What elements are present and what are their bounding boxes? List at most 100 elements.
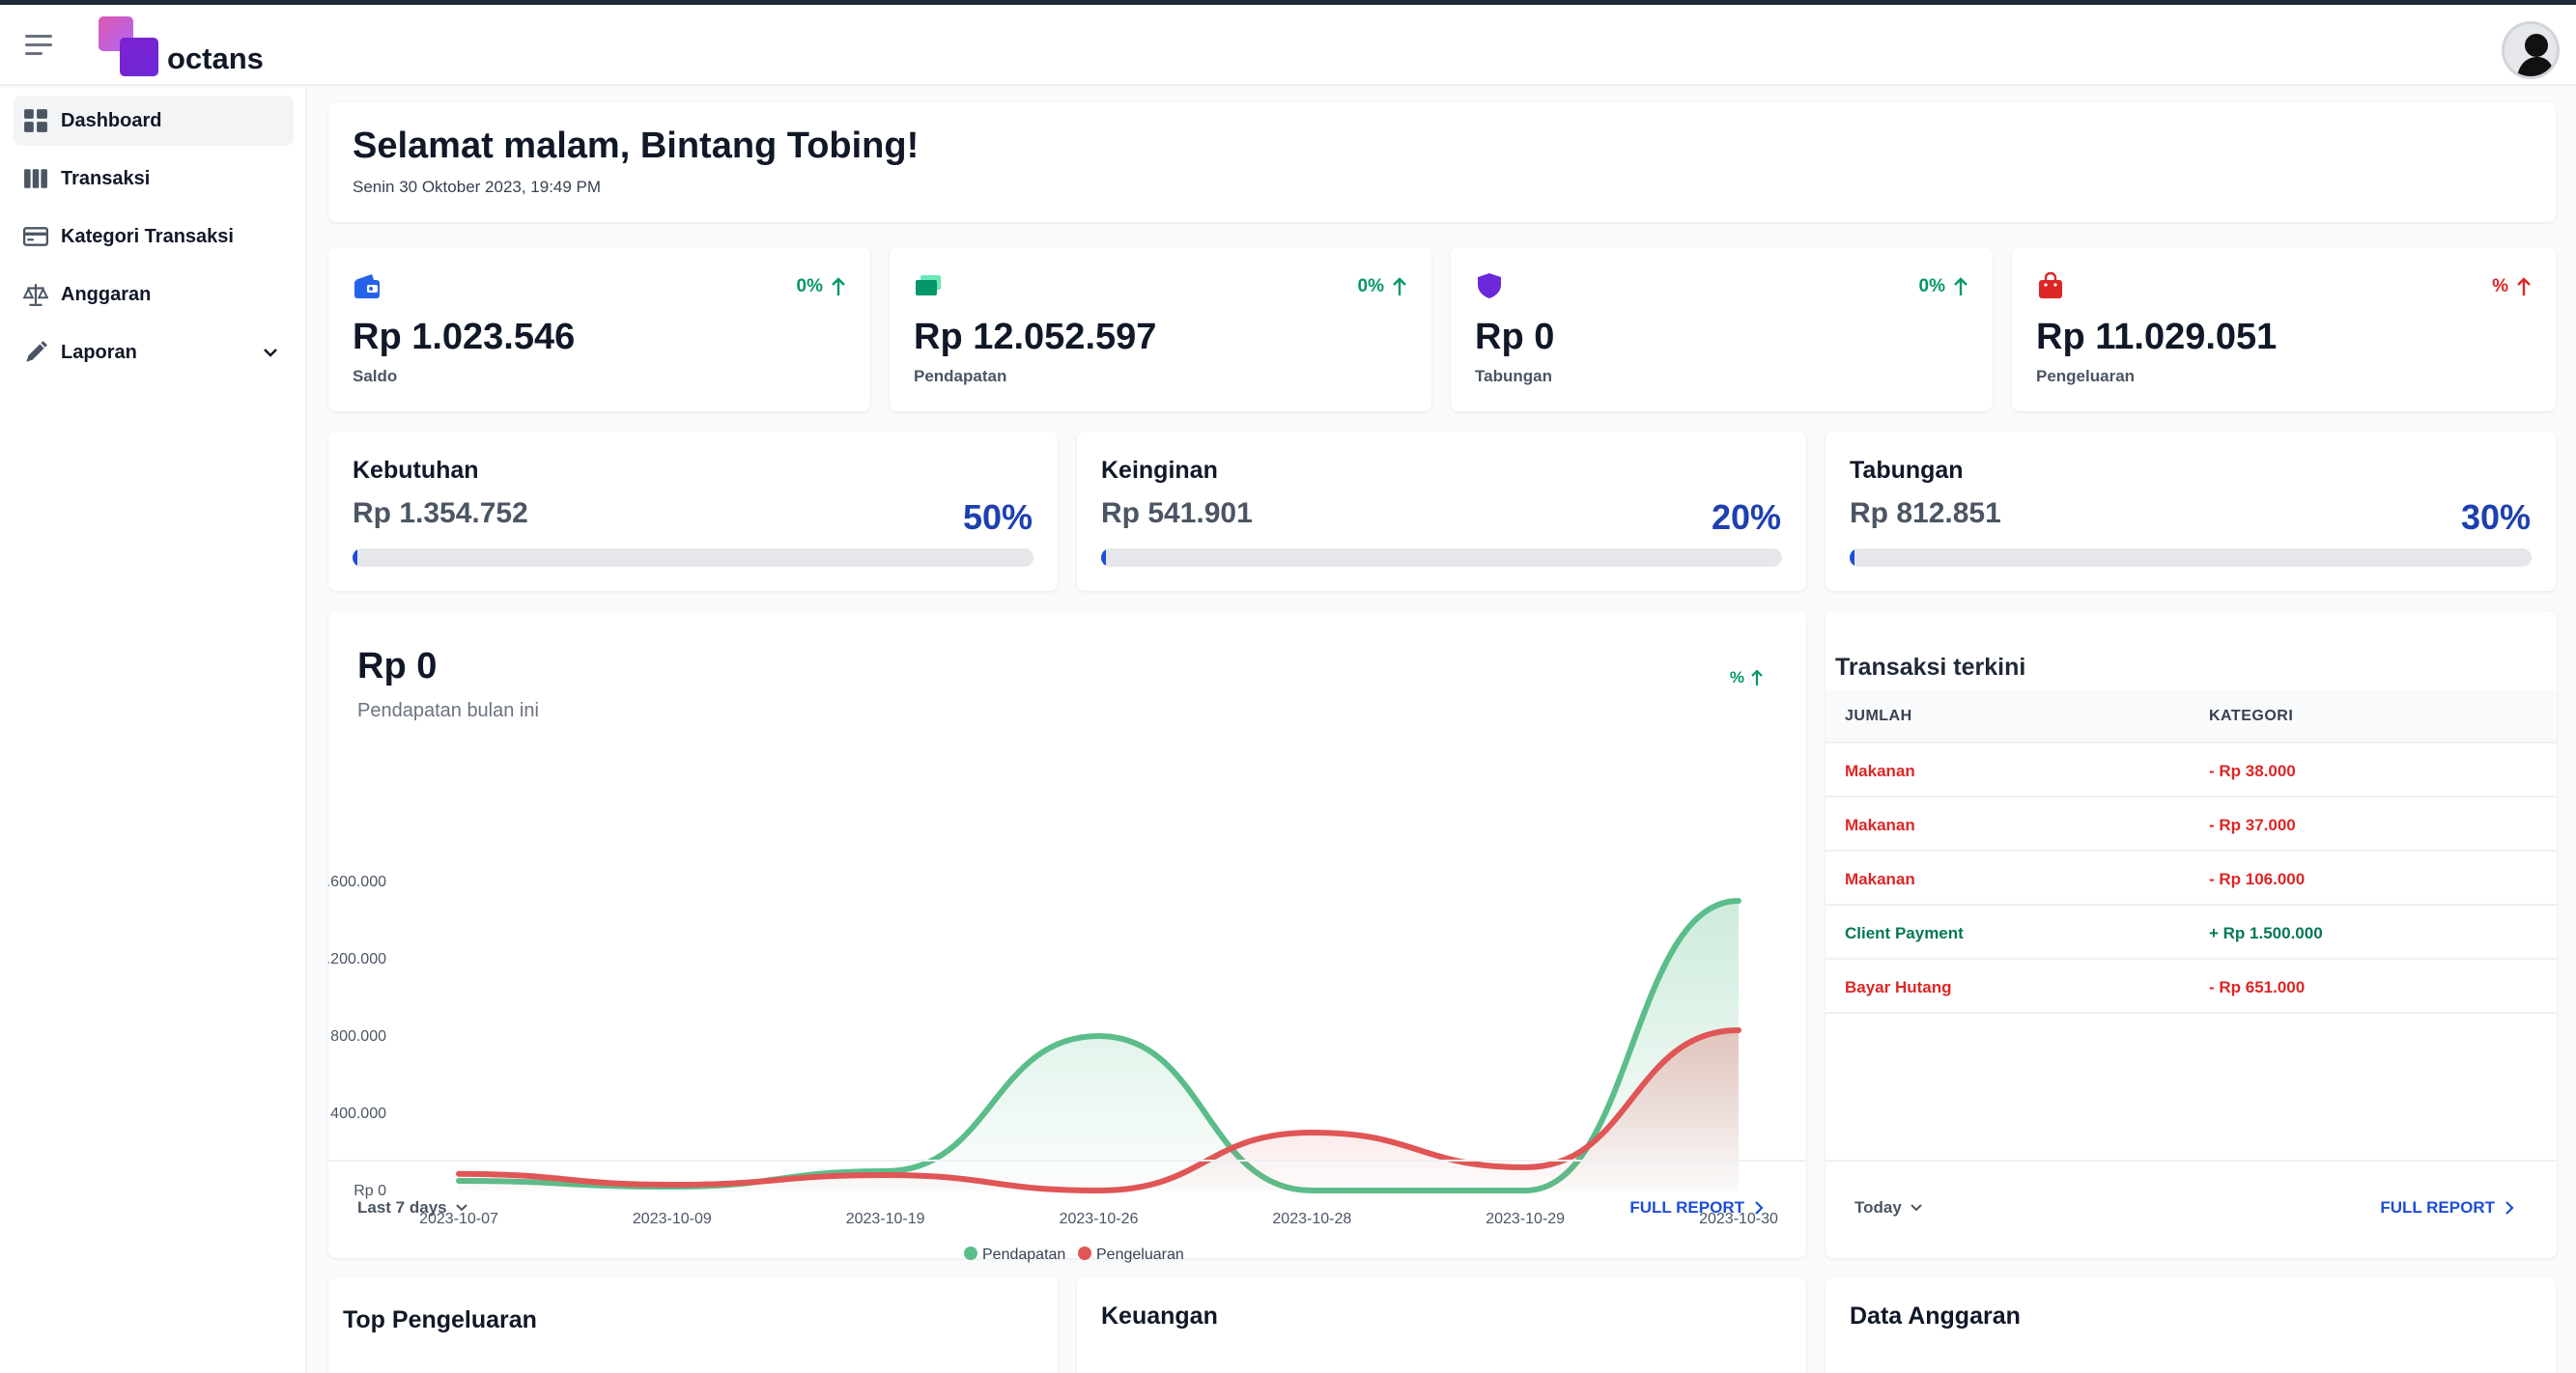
budget-data-title: Data Anggaran (1850, 1303, 2021, 1330)
chevron-down-icon[interactable] (261, 343, 280, 362)
table-row[interactable]: Makanan - Rp 38.000 (1826, 743, 2557, 798)
transaction-amount: - Rp 38.000 (2209, 762, 2296, 780)
sidebar-item-label: Kategori Transaksi (61, 225, 234, 247)
sidebar-item-dashboard[interactable]: Dashboard (14, 96, 294, 146)
recent-transactions-card: Transaksi terkini JUMLAH KATEGORI Makana… (1826, 611, 2557, 1258)
budget-data-card: Data Anggaran (1826, 1277, 2556, 1373)
transaction-name: Makanan (1845, 870, 1915, 888)
stat-card-pengeluaran: % Rp 11.029.051 Pengeluaran (2012, 247, 2556, 411)
range-select[interactable]: Today (1854, 1198, 1923, 1218)
range-select[interactable]: Last 7 days (357, 1198, 468, 1218)
sidebar-item-anggaran[interactable]: Anggaran (14, 269, 294, 320)
chevron-right-icon (1755, 1201, 1764, 1215)
sidebar-item-transaksi[interactable]: Transaksi (14, 154, 294, 204)
divider (328, 1160, 1806, 1162)
table-row[interactable]: Makanan - Rp 106.000 (1826, 852, 2557, 906)
arrow-up-icon (832, 277, 845, 295)
stat-pct: 0% (1919, 276, 1968, 297)
y-tick-label: Rp 400.000 (328, 1106, 386, 1122)
budget-title: Tabungan (1850, 457, 1964, 484)
top-expense-card: Top Pengeluaran (328, 1277, 1058, 1373)
menu-icon[interactable] (25, 35, 52, 56)
stat-pct: 0% (797, 276, 846, 297)
logo-icon[interactable] (99, 16, 158, 76)
sidebar-item-laporan[interactable]: Laporan (14, 327, 294, 378)
chart-amount: Rp 0 (357, 646, 438, 686)
chevron-down-icon (1911, 1204, 1922, 1212)
stat-pct: % (2492, 276, 2532, 297)
stat-pct: 0% (1358, 276, 1407, 297)
stat-card-pendapatan: 0% Rp 12.052.597 Pendapatan (890, 247, 1431, 411)
sidebar-item-label: Laporan (61, 341, 137, 363)
sidebar-item-label: Transaksi (61, 167, 151, 189)
budget-card-keinginan: Keinginan Rp 541.901 20% (1077, 432, 1806, 591)
pen-icon (26, 341, 47, 362)
greeting-date: Senin 30 Oktober 2023, 19:49 PM (353, 178, 602, 196)
stat-value: Rp 11.029.051 (2036, 317, 2278, 357)
arrow-up-icon (2517, 277, 2531, 295)
table-row[interactable]: Makanan - Rp 37.000 (1826, 798, 2557, 852)
top-bar: octans (0, 5, 2576, 86)
transactions-title: Transaksi terkini (1835, 654, 2026, 681)
legend-marker (964, 1247, 977, 1260)
series-area-pendapatan (459, 901, 1739, 1191)
table-header: JUMLAH KATEGORI (1826, 690, 2557, 743)
shopping-bag-icon (2039, 271, 2062, 298)
y-tick-label: Rp 1.200.000 (328, 951, 386, 967)
chart-subtitle: Pendapatan bulan ini (357, 700, 539, 721)
top-expense-title: Top Pengeluaran (343, 1306, 537, 1333)
sidebar: Dashboard Transaksi Kategori Transaksi A… (0, 88, 307, 1373)
full-report-link[interactable]: FULL REPORT (1629, 1198, 1764, 1218)
money-icon (916, 275, 941, 295)
budget-progress-fill (1850, 548, 1854, 567)
card-icon (23, 227, 48, 246)
stat-card-saldo: 0% Rp 1.023.546 Saldo (328, 247, 870, 411)
budget-progress (1101, 548, 1782, 567)
table-row[interactable]: Bayar Hutang - Rp 651.000 (1826, 960, 2557, 1014)
budget-progress (353, 548, 1033, 567)
budget-amount: Rp 812.851 (1850, 497, 2001, 529)
budget-progress (1850, 548, 2532, 567)
transaction-name: Client Payment (1845, 924, 1964, 942)
full-report-link[interactable]: FULL REPORT (2380, 1198, 2514, 1218)
budget-card-tabungan: Tabungan Rp 812.851 30% (1826, 432, 2556, 591)
y-tick-label: Rp 1.600.000 (328, 874, 386, 890)
avatar[interactable] (2502, 21, 2560, 79)
arrow-up-icon (1954, 277, 1967, 295)
chevron-down-icon (455, 1204, 467, 1212)
shield-icon (1478, 273, 1501, 298)
budget-title: Keinginan (1101, 457, 1218, 484)
stat-value: Rp 1.023.546 (353, 317, 576, 357)
finance-title: Keuangan (1101, 1303, 1218, 1330)
arrow-up-icon (1751, 669, 1763, 686)
greeting-card: Selamat malam, Bintang Tobing! Senin 30 … (328, 102, 2556, 222)
budget-title: Kebutuhan (353, 457, 479, 484)
budget-card-kebutuhan: Kebutuhan Rp 1.354.752 50% (328, 432, 1058, 591)
stat-label: Pendapatan (914, 367, 1007, 385)
divider (1826, 1160, 2557, 1162)
x-tick-label: 2023-10-29 (1486, 1211, 1565, 1227)
budget-percent: 30% (2460, 497, 2531, 537)
legend-label: Pengeluaran (1096, 1247, 1184, 1263)
stat-label: Pengeluaran (2036, 367, 2136, 385)
column-header: KATEGORI (2209, 708, 2294, 724)
y-tick-label: Rp 800.000 (328, 1028, 386, 1045)
brand-name[interactable]: octans (167, 42, 264, 76)
budget-amount: Rp 1.354.752 (353, 497, 528, 529)
stat-value: Rp 12.052.597 (914, 317, 1157, 357)
sidebar-item-label: Dashboard (61, 109, 162, 131)
chevron-right-icon (2505, 1201, 2514, 1215)
legend-label: Pendapatan (982, 1247, 1065, 1263)
budget-progress-fill (1101, 548, 1106, 567)
budget-percent: 50% (962, 497, 1033, 537)
transaction-amount: - Rp 651.000 (2209, 978, 2306, 996)
x-tick-label: 2023-10-19 (846, 1211, 925, 1227)
finance-card: Keuangan (1077, 1277, 1806, 1373)
income-expense-chart: Rp 0 Rp 400.000 Rp 800.000 Rp 1.200.000 Rp 1… (328, 874, 1778, 1263)
income-chart-card: Rp 0 Pendapatan bulan ini % Rp 0 Rp 400.0… (328, 611, 1806, 1263)
table-row[interactable]: Client Payment + Rp 1.500.000 (1826, 906, 2557, 960)
transaction-name: Makanan (1845, 816, 1915, 834)
chart-pct: % (1730, 668, 1764, 687)
sidebar-item-kategori[interactable]: Kategori Transaksi (14, 211, 294, 262)
columns-icon (24, 169, 47, 188)
